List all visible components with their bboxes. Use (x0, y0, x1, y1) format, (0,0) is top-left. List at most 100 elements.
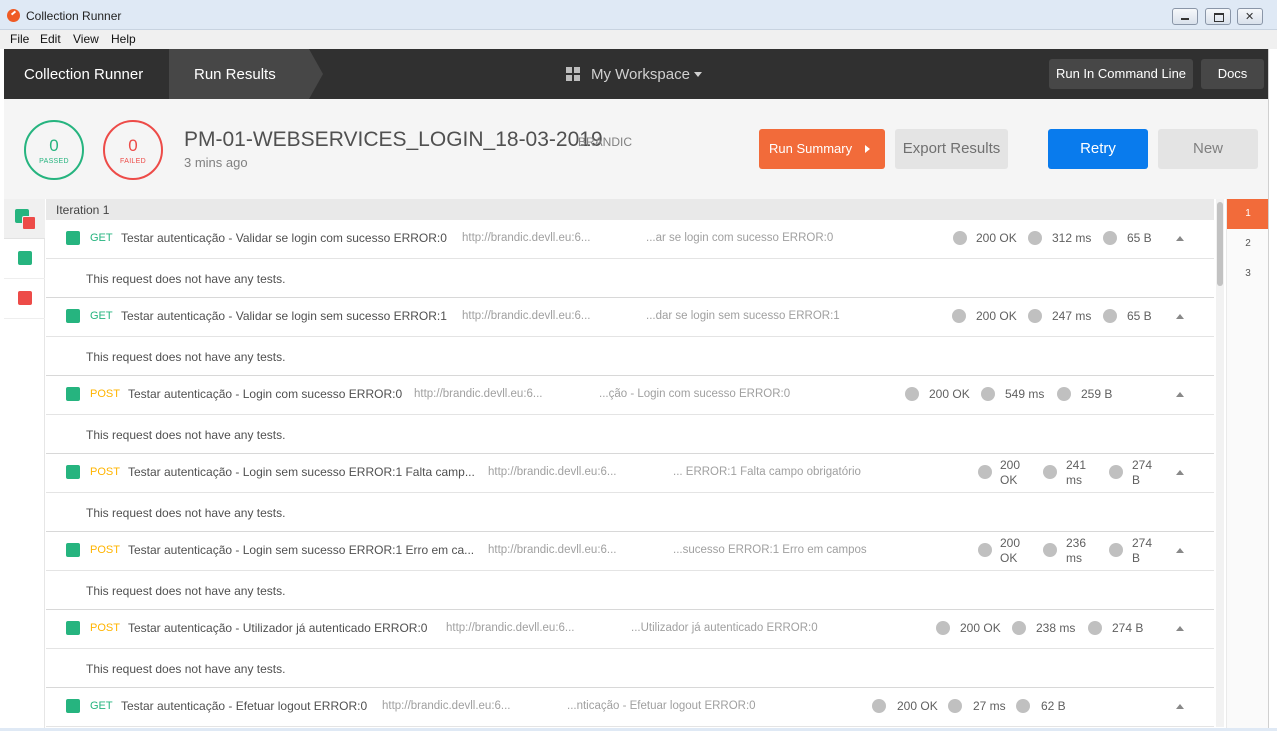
no-tests-message: This request does not have any tests. (86, 506, 286, 520)
grid-icon (566, 67, 580, 81)
maximize-icon[interactable] (1205, 8, 1231, 25)
request-row[interactable]: POST Testar autenticação - Login com suc… (46, 376, 1214, 415)
time-dot-icon (1028, 309, 1042, 323)
scrollbar-thumb[interactable] (1217, 202, 1223, 286)
request-url: http://brandic.devll.eu:6... (446, 622, 575, 634)
time-dot-icon (981, 387, 995, 401)
retry-button[interactable]: Retry (1048, 129, 1148, 169)
iteration-tab-3[interactable]: 3 (1227, 259, 1269, 289)
failed-count: 0 (128, 136, 138, 155)
time-dot-icon (948, 699, 962, 713)
pass-status-icon (66, 309, 80, 323)
new-button[interactable]: New (1158, 129, 1258, 169)
response-status: 200 OK (1000, 536, 1021, 565)
environment-name: BRANDIC (578, 135, 633, 149)
run-summary-label: Run Summary (769, 141, 853, 156)
size-dot-icon (1109, 465, 1123, 479)
pass-status-icon (66, 465, 80, 479)
iteration-tab-1[interactable]: 1 (1227, 199, 1269, 229)
results-scrollbar[interactable] (1216, 199, 1224, 727)
no-tests-message: This request does not have any tests. (86, 662, 286, 676)
response-size: 274 B (1132, 536, 1153, 565)
passed-count: 0 (49, 136, 59, 155)
request-row[interactable]: POST Testar autenticação - Login sem suc… (46, 454, 1214, 493)
request-row[interactable]: POST Testar autenticação - Login sem suc… (46, 532, 1214, 571)
response-status: 200 OK (897, 699, 938, 713)
response-time: 238 ms (1036, 621, 1076, 635)
collapse-icon[interactable] (1176, 626, 1184, 631)
no-tests-message: This request does not have any tests. (86, 428, 286, 442)
pass-status-icon (66, 231, 80, 245)
request-result: GET Testar autenticação - Efetuar logout… (46, 688, 1214, 728)
size-dot-icon (1057, 387, 1071, 401)
response-size: 65 B (1127, 309, 1152, 323)
request-url: http://brandic.devll.eu:6... (382, 700, 511, 712)
collapse-icon[interactable] (1176, 314, 1184, 319)
response-size: 259 B (1081, 387, 1113, 401)
filter-all[interactable] (4, 199, 45, 239)
crumb-run-results[interactable]: Run Results (169, 49, 309, 99)
collapse-icon[interactable] (1176, 704, 1184, 709)
window-titlebar: Collection Runner (0, 0, 1277, 30)
request-url-tail: ...sucesso ERROR:1 Erro em campos (673, 544, 867, 556)
filter-failed[interactable] (4, 279, 45, 319)
collapse-icon[interactable] (1176, 392, 1184, 397)
size-dot-icon (1016, 699, 1030, 713)
request-name: Testar autenticação - Login sem sucesso … (128, 465, 475, 479)
run-summary-button[interactable]: Run Summary (759, 129, 885, 169)
request-row[interactable]: GET Testar autenticação - Efetuar logout… (46, 688, 1214, 727)
collapse-icon[interactable] (1176, 470, 1184, 475)
request-url-tail: ...ar se login com sucesso ERROR:0 (646, 232, 834, 244)
request-row[interactable]: POST Testar autenticação - Utilizador já… (46, 610, 1214, 649)
iteration-tab-2[interactable]: 2 (1227, 229, 1269, 259)
pass-status-icon (66, 387, 80, 401)
no-tests-message: This request does not have any tests. (86, 350, 286, 364)
status-dot-icon (952, 309, 966, 323)
export-results-button[interactable]: Export Results (895, 129, 1008, 169)
request-url: http://brandic.devll.eu:6... (414, 388, 543, 400)
response-status: 200 OK (1000, 458, 1021, 487)
size-dot-icon (1109, 543, 1123, 557)
crumb-collection-runner[interactable]: Collection Runner (4, 49, 169, 99)
time-dot-icon (1043, 465, 1057, 479)
size-dot-icon (1103, 231, 1117, 245)
method-badge: POST (90, 388, 120, 400)
request-result: POST Testar autenticação - Login sem suc… (46, 454, 1214, 532)
collapse-icon[interactable] (1176, 548, 1184, 553)
status-dot-icon (953, 231, 967, 245)
status-dot-icon (936, 621, 950, 635)
pass-square-icon (18, 251, 32, 265)
failed-counter: 0 FAILED (103, 120, 163, 180)
menu-file[interactable]: File (10, 32, 29, 46)
request-result: GET Testar autenticação - Validar se log… (46, 298, 1214, 376)
collapse-icon[interactable] (1176, 236, 1184, 241)
menu-help[interactable]: Help (111, 32, 136, 46)
response-status: 200 OK (929, 387, 970, 401)
crumb-collection-runner-label: Collection Runner (24, 66, 144, 83)
time-dot-icon (1028, 231, 1042, 245)
request-tests: This request does not have any tests. (46, 415, 1214, 454)
menu-view[interactable]: View (73, 32, 99, 46)
request-url: http://brandic.devll.eu:6... (462, 232, 591, 244)
run-summary-bar: 0 PASSED 0 FAILED PM-01-WEBSERVICES_LOGI… (4, 99, 1268, 199)
iteration-pager: 1 2 3 (1226, 199, 1269, 729)
menu-edit[interactable]: Edit (40, 32, 61, 46)
request-name: Testar autenticação - Validar se login c… (121, 231, 447, 245)
status-dot-icon (978, 543, 992, 557)
request-url: http://brandic.devll.eu:6... (462, 310, 591, 322)
request-name: Testar autenticação - Efetuar logout ERR… (121, 699, 368, 713)
request-row[interactable]: GET Testar autenticação - Validar se log… (46, 298, 1214, 337)
response-time: 236 ms (1066, 536, 1087, 565)
close-icon[interactable] (1237, 8, 1263, 25)
request-row[interactable]: GET Testar autenticação - Validar se log… (46, 220, 1214, 259)
filter-passed[interactable] (4, 239, 45, 279)
response-time: 27 ms (973, 699, 1006, 713)
failed-label: FAILED (120, 158, 146, 165)
docs-button[interactable]: Docs (1201, 59, 1264, 89)
status-dot-icon (978, 465, 992, 479)
request-result: POST Testar autenticação - Login sem suc… (46, 532, 1214, 610)
window-title: Collection Runner (26, 9, 122, 23)
run-in-command-line-button[interactable]: Run In Command Line (1049, 59, 1193, 89)
window-edge (1268, 49, 1277, 731)
minimize-icon[interactable] (1172, 8, 1198, 25)
